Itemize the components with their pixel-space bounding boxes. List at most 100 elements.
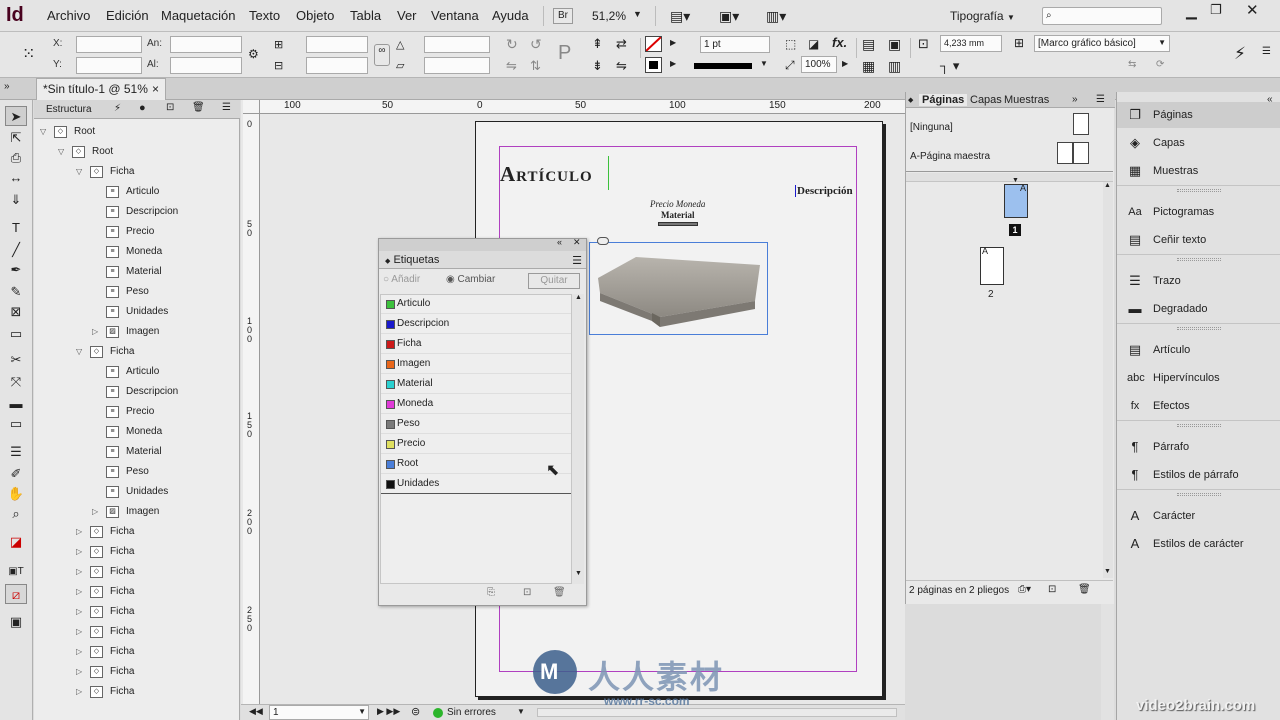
dock-item-gradient[interactable]: ▬ Degradado — [1117, 296, 1280, 322]
load-tags-icon[interactable]: ⎘ — [487, 587, 495, 598]
stroke-chevron-icon[interactable]: ▶ — [670, 59, 676, 68]
reference-point-icon[interactable]: ⁙ — [22, 44, 35, 64]
preflight-chevron-icon[interactable]: ▼ — [517, 707, 525, 716]
menu-objeto[interactable]: Objeto — [296, 8, 334, 23]
line-tool-icon[interactable]: ╱ — [5, 240, 27, 260]
ruler-origin[interactable] — [243, 100, 260, 114]
collapsed-triangle-icon[interactable]: ▷ — [76, 563, 86, 581]
dock-item-character-styles[interactable]: A Estilos de carácter — [1117, 531, 1280, 557]
next-page-icon[interactable]: ▶ ▶▶ — [377, 706, 400, 717]
structure-node[interactable]: ▷ ◇ Ficha — [76, 523, 256, 541]
menu-ayuda[interactable]: Ayuda — [492, 8, 529, 23]
dock-grip[interactable] — [1177, 493, 1221, 496]
menu-edicion[interactable]: Edición — [106, 8, 149, 23]
y-field[interactable] — [76, 57, 142, 74]
opacity-chevron-icon[interactable]: ▶ — [842, 59, 848, 68]
document-tab[interactable]: *Sin título-1 @ 51% × — [36, 78, 166, 100]
new-tag-icon[interactable]: ⊡ — [523, 587, 531, 598]
errors-status[interactable]: Sin errores — [447, 707, 496, 718]
change-radio[interactable]: ◉ Cambiar — [446, 274, 495, 285]
dock-item-article[interactable]: ▤ Artículo — [1117, 337, 1280, 363]
clear-overrides-icon[interactable]: ⇆ — [1128, 59, 1136, 70]
expanded-triangle-icon[interactable]: ▽ — [76, 163, 86, 181]
structure-node[interactable]: ▽ ◇ Root — [40, 123, 220, 141]
fill-frame-icon[interactable]: ▥ — [888, 58, 901, 75]
content-collector-icon[interactable]: ⇓ — [5, 190, 27, 210]
fill-stroke-icon[interactable]: ◪ — [5, 532, 27, 552]
trash-icon[interactable]: 🗑 — [192, 102, 205, 113]
structure-node[interactable]: ▷ ◇ Ficha — [76, 643, 256, 661]
collapsed-triangle-icon[interactable]: ▷ — [76, 543, 86, 561]
fit-frame-icon[interactable]: ▤ — [862, 36, 875, 53]
menu-archivo[interactable]: Archivo — [47, 8, 90, 23]
preflight-icon[interactable]: ⊜ — [411, 705, 420, 718]
dock-grip[interactable] — [1177, 424, 1221, 427]
redefine-style-icon[interactable]: ⟳ — [1156, 59, 1164, 70]
rectangle-frame-tool-icon[interactable]: ⊠ — [5, 302, 27, 322]
flip-icon[interactable]: ⇋ — [506, 58, 517, 74]
select-previous-icon[interactable]: ⇟ — [592, 58, 603, 74]
menu-ventana[interactable]: Ventana — [431, 8, 479, 23]
fit-content-icon[interactable]: ▣ — [888, 36, 901, 53]
dock-grip[interactable] — [1177, 327, 1221, 330]
apply-none-icon[interactable]: ⧄ — [5, 584, 27, 604]
stroke-swatch-icon[interactable] — [645, 57, 662, 73]
circle-icon[interactable]: ● — [139, 102, 146, 114]
zoom-tool-icon[interactable]: ⌕ — [5, 504, 27, 524]
tags-tab[interactable]: ◆ Etiquetas ☰ — [379, 251, 586, 269]
gap-tool-icon[interactable]: ↔ — [5, 168, 27, 188]
material-text[interactable]: Material — [661, 210, 694, 220]
close-tab-icon[interactable]: × — [152, 82, 159, 96]
delete-page-icon[interactable]: 🗑 — [1078, 584, 1091, 595]
pages-divider[interactable] — [906, 171, 1113, 172]
scissors-tool-icon[interactable]: ✂ — [5, 350, 27, 370]
a-master-left-thumb[interactable] — [1057, 142, 1073, 164]
corner-shape-icon[interactable]: ┐ ▾ — [940, 58, 959, 74]
collapsed-triangle-icon[interactable]: ▷ — [92, 503, 102, 521]
pencil-tool-icon[interactable]: ✎ — [5, 282, 27, 302]
rotate-ccw-icon[interactable]: ↺ — [530, 36, 542, 53]
structure-node[interactable]: ▷ ◇ Ficha — [76, 543, 256, 561]
tab-layers[interactable]: Capas — [970, 94, 1002, 106]
minimize-icon[interactable]: ▁ — [1186, 3, 1197, 20]
menu-ver[interactable]: Ver — [397, 8, 417, 23]
expanded-triangle-icon[interactable]: ▽ — [58, 143, 68, 161]
structure-node[interactable]: ▷ ◇ Ficha — [76, 663, 256, 681]
collapsed-triangle-icon[interactable]: ▷ — [76, 663, 86, 681]
expanded-triangle-icon[interactable]: ▽ — [40, 123, 50, 141]
page-number-field[interactable]: 1 ▼ — [269, 705, 369, 720]
collapsed-triangle-icon[interactable]: ▷ — [76, 523, 86, 541]
page-size-icon[interactable]: ⎙▾ — [1018, 584, 1031, 595]
select-container-icon[interactable]: ⇞ — [592, 36, 603, 52]
menu-tabla[interactable]: Tabla — [350, 8, 381, 23]
structure-node[interactable]: ▷ ◇ Ficha — [76, 583, 256, 601]
none-master[interactable]: [Ninguna] — [910, 122, 953, 133]
restore-icon[interactable]: ❐ — [1210, 2, 1222, 18]
dock-item-swatches[interactable]: ▦ Muestras — [1117, 158, 1280, 184]
shear-field[interactable] — [424, 57, 490, 74]
lightning-small-icon[interactable]: ⚡ — [114, 103, 121, 114]
screen-mode-icon[interactable]: ▣▾ — [719, 8, 739, 25]
corner-icon[interactable]: ◪ — [808, 37, 819, 51]
first-page-icon[interactable]: ◀◀ — [249, 706, 263, 717]
structure-node[interactable]: ▷ ◇ Ficha — [76, 623, 256, 641]
tag-row[interactable]: Imagen — [381, 354, 571, 374]
height-field[interactable] — [170, 57, 242, 74]
dock-item-hyperlinks[interactable]: abc Hipervínculos — [1117, 365, 1280, 391]
flip-v-icon[interactable]: ⇅ — [530, 58, 541, 74]
new-element-icon[interactable]: ⊡ — [166, 102, 174, 113]
delete-tag-icon[interactable]: 🗑 — [553, 587, 566, 598]
structure-menu-icon[interactable]: ☰ — [222, 102, 231, 113]
price-currency-text[interactable]: Precio Moneda — [650, 199, 705, 209]
collapsed-triangle-icon[interactable]: ▷ — [76, 583, 86, 601]
stroke-type-chevron-icon[interactable]: ▼ — [760, 59, 768, 68]
rotate-cw-icon[interactable]: ↻ — [506, 36, 518, 53]
effects-fx-icon[interactable]: fx. — [832, 35, 847, 50]
menu-maquetacion[interactable]: Maquetación — [161, 8, 235, 23]
eyedropper-tool-icon[interactable]: ✐ — [5, 464, 27, 484]
object-style-select[interactable]: [Marco gráfico básico] ▼ — [1034, 35, 1170, 52]
center-content-icon[interactable]: ▦ — [862, 58, 875, 75]
article-heading[interactable]: Artículo — [500, 162, 593, 187]
tab-pages[interactable]: Páginas — [919, 94, 968, 106]
description-text[interactable]: Descripción — [795, 185, 853, 197]
